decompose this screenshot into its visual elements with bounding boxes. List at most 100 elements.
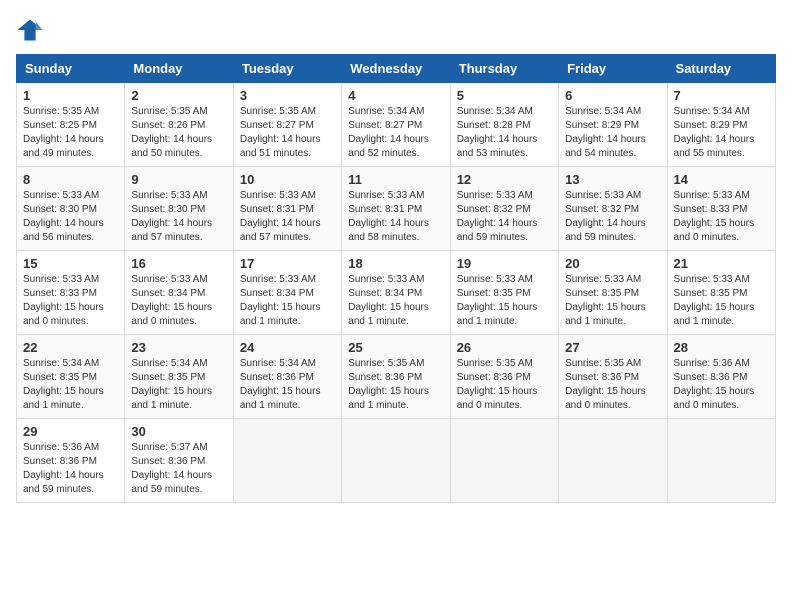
day-info: Sunrise: 5:36 AM Sunset: 8:36 PM Dayligh… <box>674 357 769 413</box>
logo <box>16 16 48 44</box>
calendar-cell: 28 Sunrise: 5:36 AM Sunset: 8:36 PM Dayli… <box>667 335 775 419</box>
day-number: 6 <box>565 88 660 103</box>
calendar-cell: 1 Sunrise: 5:35 AM Sunset: 8:25 PM Daylig… <box>17 83 125 167</box>
col-header-tuesday: Tuesday <box>233 55 341 83</box>
day-info: Sunrise: 5:33 AM Sunset: 8:30 PM Dayligh… <box>131 189 226 245</box>
calendar-cell: 27 Sunrise: 5:35 AM Sunset: 8:36 PM Dayli… <box>559 335 667 419</box>
day-number: 7 <box>674 88 769 103</box>
calendar-cell <box>450 419 558 503</box>
calendar-cell: 9 Sunrise: 5:33 AM Sunset: 8:30 PM Daylig… <box>125 167 233 251</box>
day-number: 20 <box>565 256 660 271</box>
day-info: Sunrise: 5:35 AM Sunset: 8:36 PM Dayligh… <box>348 357 443 413</box>
calendar-cell: 26 Sunrise: 5:35 AM Sunset: 8:36 PM Dayli… <box>450 335 558 419</box>
calendar-cell: 18 Sunrise: 5:33 AM Sunset: 8:34 PM Dayli… <box>342 251 450 335</box>
day-info: Sunrise: 5:34 AM Sunset: 8:29 PM Dayligh… <box>565 105 660 161</box>
calendar-week-5: 29 Sunrise: 5:36 AM Sunset: 8:36 PM Dayli… <box>17 419 776 503</box>
calendar-week-2: 8 Sunrise: 5:33 AM Sunset: 8:30 PM Daylig… <box>17 167 776 251</box>
day-number: 26 <box>457 340 552 355</box>
col-header-thursday: Thursday <box>450 55 558 83</box>
day-number: 23 <box>131 340 226 355</box>
day-number: 22 <box>23 340 118 355</box>
calendar-cell: 11 Sunrise: 5:33 AM Sunset: 8:31 PM Dayli… <box>342 167 450 251</box>
day-number: 16 <box>131 256 226 271</box>
col-header-friday: Friday <box>559 55 667 83</box>
day-number: 29 <box>23 424 118 439</box>
day-info: Sunrise: 5:34 AM Sunset: 8:27 PM Dayligh… <box>348 105 443 161</box>
day-info: Sunrise: 5:34 AM Sunset: 8:28 PM Dayligh… <box>457 105 552 161</box>
day-number: 28 <box>674 340 769 355</box>
calendar-cell: 19 Sunrise: 5:33 AM Sunset: 8:35 PM Dayli… <box>450 251 558 335</box>
day-number: 11 <box>348 172 443 187</box>
calendar-cell: 5 Sunrise: 5:34 AM Sunset: 8:28 PM Daylig… <box>450 83 558 167</box>
day-info: Sunrise: 5:33 AM Sunset: 8:35 PM Dayligh… <box>674 273 769 329</box>
day-info: Sunrise: 5:35 AM Sunset: 8:27 PM Dayligh… <box>240 105 335 161</box>
day-info: Sunrise: 5:33 AM Sunset: 8:34 PM Dayligh… <box>131 273 226 329</box>
day-info: Sunrise: 5:34 AM Sunset: 8:29 PM Dayligh… <box>674 105 769 161</box>
day-info: Sunrise: 5:34 AM Sunset: 8:36 PM Dayligh… <box>240 357 335 413</box>
calendar-cell: 15 Sunrise: 5:33 AM Sunset: 8:33 PM Dayli… <box>17 251 125 335</box>
day-info: Sunrise: 5:33 AM Sunset: 8:32 PM Dayligh… <box>565 189 660 245</box>
calendar-week-1: 1 Sunrise: 5:35 AM Sunset: 8:25 PM Daylig… <box>17 83 776 167</box>
day-info: Sunrise: 5:33 AM Sunset: 8:35 PM Dayligh… <box>457 273 552 329</box>
day-info: Sunrise: 5:33 AM Sunset: 8:34 PM Dayligh… <box>240 273 335 329</box>
calendar-cell: 7 Sunrise: 5:34 AM Sunset: 8:29 PM Daylig… <box>667 83 775 167</box>
day-number: 27 <box>565 340 660 355</box>
day-number: 15 <box>23 256 118 271</box>
day-info: Sunrise: 5:36 AM Sunset: 8:36 PM Dayligh… <box>23 441 118 497</box>
day-number: 14 <box>674 172 769 187</box>
calendar-cell: 22 Sunrise: 5:34 AM Sunset: 8:35 PM Dayli… <box>17 335 125 419</box>
calendar-week-3: 15 Sunrise: 5:33 AM Sunset: 8:33 PM Dayli… <box>17 251 776 335</box>
col-header-monday: Monday <box>125 55 233 83</box>
calendar-cell: 16 Sunrise: 5:33 AM Sunset: 8:34 PM Dayli… <box>125 251 233 335</box>
day-info: Sunrise: 5:33 AM Sunset: 8:31 PM Dayligh… <box>348 189 443 245</box>
day-number: 30 <box>131 424 226 439</box>
calendar-cell: 13 Sunrise: 5:33 AM Sunset: 8:32 PM Dayli… <box>559 167 667 251</box>
day-number: 18 <box>348 256 443 271</box>
calendar-cell: 14 Sunrise: 5:33 AM Sunset: 8:33 PM Dayli… <box>667 167 775 251</box>
calendar-cell: 2 Sunrise: 5:35 AM Sunset: 8:26 PM Daylig… <box>125 83 233 167</box>
calendar-cell <box>342 419 450 503</box>
calendar-cell: 24Sunrise: 5:34 AM Sunset: 8:36 PM Dayli… <box>233 335 341 419</box>
day-number: 25 <box>348 340 443 355</box>
calendar-cell: 12Sunrise: 5:33 AM Sunset: 8:32 PM Dayli… <box>450 167 558 251</box>
day-info: Sunrise: 5:35 AM Sunset: 8:36 PM Dayligh… <box>457 357 552 413</box>
col-header-wednesday: Wednesday <box>342 55 450 83</box>
day-info: Sunrise: 5:33 AM Sunset: 8:33 PM Dayligh… <box>23 273 118 329</box>
calendar-week-4: 22 Sunrise: 5:34 AM Sunset: 8:35 PM Dayli… <box>17 335 776 419</box>
day-info: Sunrise: 5:33 AM Sunset: 8:35 PM Dayligh… <box>565 273 660 329</box>
calendar-cell: 29 Sunrise: 5:36 AM Sunset: 8:36 PM Dayli… <box>17 419 125 503</box>
day-info: Sunrise: 5:33 AM Sunset: 8:33 PM Dayligh… <box>674 189 769 245</box>
day-number: 8 <box>23 172 118 187</box>
logo-icon <box>16 16 44 44</box>
calendar-cell: 10Sunrise: 5:33 AM Sunset: 8:31 PM Dayli… <box>233 167 341 251</box>
day-info: Sunrise: 5:35 AM Sunset: 8:36 PM Dayligh… <box>565 357 660 413</box>
calendar-cell: 20 Sunrise: 5:33 AM Sunset: 8:35 PM Dayli… <box>559 251 667 335</box>
day-number: 4 <box>348 88 443 103</box>
calendar-cell: 3 Sunrise: 5:35 AM Sunset: 8:27 PM Daylig… <box>233 83 341 167</box>
day-info: Sunrise: 5:33 AM Sunset: 8:34 PM Dayligh… <box>348 273 443 329</box>
day-number: 5 <box>457 88 552 103</box>
col-header-saturday: Saturday <box>667 55 775 83</box>
day-number: 12 <box>457 172 552 187</box>
calendar-cell <box>233 419 341 503</box>
day-number: 19 <box>457 256 552 271</box>
col-header-sunday: Sunday <box>17 55 125 83</box>
day-info: Sunrise: 5:34 AM Sunset: 8:35 PM Dayligh… <box>23 357 118 413</box>
calendar-cell: 23Sunrise: 5:34 AM Sunset: 8:35 PM Dayli… <box>125 335 233 419</box>
calendar-cell <box>559 419 667 503</box>
day-info: Sunrise: 5:35 AM Sunset: 8:26 PM Dayligh… <box>131 105 226 161</box>
day-number: 17 <box>240 256 335 271</box>
calendar-cell <box>667 419 775 503</box>
day-number: 2 <box>131 88 226 103</box>
calendar-cell: 8Sunrise: 5:33 AM Sunset: 8:30 PM Daylig… <box>17 167 125 251</box>
day-info: Sunrise: 5:35 AM Sunset: 8:25 PM Dayligh… <box>23 105 118 161</box>
day-number: 3 <box>240 88 335 103</box>
calendar-cell: 4 Sunrise: 5:34 AM Sunset: 8:27 PM Daylig… <box>342 83 450 167</box>
day-number: 13 <box>565 172 660 187</box>
calendar-cell: 21Sunrise: 5:33 AM Sunset: 8:35 PM Dayli… <box>667 251 775 335</box>
day-info: Sunrise: 5:37 AM Sunset: 8:36 PM Dayligh… <box>131 441 226 497</box>
day-number: 9 <box>131 172 226 187</box>
calendar-cell: 17 Sunrise: 5:33 AM Sunset: 8:34 PM Dayli… <box>233 251 341 335</box>
day-number: 1 <box>23 88 118 103</box>
calendar-cell: 6 Sunrise: 5:34 AM Sunset: 8:29 PM Daylig… <box>559 83 667 167</box>
